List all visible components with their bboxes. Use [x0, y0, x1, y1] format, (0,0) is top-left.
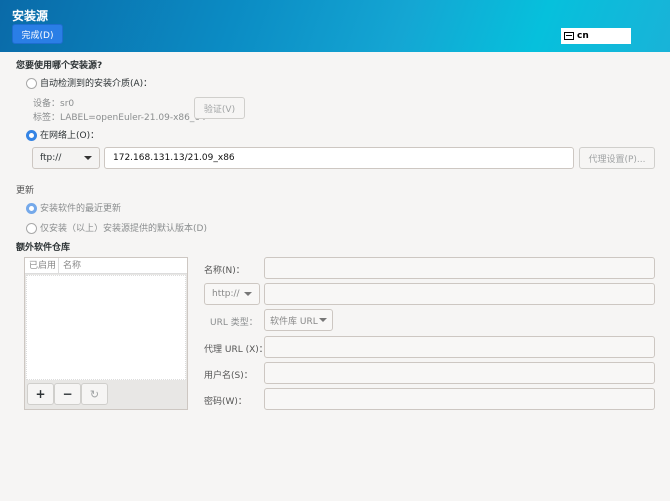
protocol-value: ftp:// — [40, 153, 62, 163]
keyboard-layout-indicator[interactable]: cn — [561, 28, 631, 44]
header-bar — [0, 0, 670, 52]
username-label: 用户名(S)： — [204, 371, 253, 381]
label-info: 标签：LABEL=openEuler-21.09-x86_64 — [33, 113, 206, 123]
device-info: 设备：sr0 — [33, 99, 75, 109]
proxy-settings-button[interactable]: 代理设置(P)... — [579, 147, 655, 169]
radio-icon — [26, 223, 37, 234]
radio-selected-icon — [26, 130, 37, 141]
verify-button[interactable]: 验证(V) — [194, 97, 245, 119]
column-name[interactable]: 名称 — [59, 258, 81, 273]
password-input[interactable] — [264, 388, 655, 410]
url-type-dropdown[interactable]: 软件库 URL — [264, 309, 333, 331]
repo-name-input[interactable] — [264, 257, 655, 279]
keyboard-icon — [564, 32, 574, 40]
repo-list-header: 已启用 名称 — [25, 258, 187, 274]
url-type-value: 软件库 URL — [270, 316, 318, 327]
repo-list: 已启用 名称 + − ↻ — [24, 257, 188, 410]
latest-updates-label: 安装软件的最近更新 — [40, 204, 122, 214]
refresh-icon: ↻ — [89, 387, 100, 401]
auto-detect-label: 自动检测到的安装介质(A)： — [40, 79, 153, 89]
repo-url-input[interactable] — [264, 283, 655, 305]
extra-repos-heading: 额外软件仓库 — [16, 243, 71, 253]
protocol-dropdown[interactable]: ftp:// — [32, 147, 100, 169]
radio-icon — [26, 78, 37, 89]
network-radio[interactable]: 在网络上(O)： — [26, 128, 99, 141]
remove-repo-button[interactable]: − — [54, 383, 81, 405]
network-label: 在网络上(O)： — [40, 131, 100, 141]
refresh-repo-button[interactable]: ↻ — [81, 383, 108, 405]
keyboard-layout-label: cn — [577, 31, 589, 41]
page-title: 安装源 — [12, 9, 49, 23]
default-version-radio[interactable]: 仅安装（以上）安装源提供的默认版本(D) — [26, 221, 207, 234]
url-type-label: URL 类型： — [210, 318, 258, 328]
source-question: 您要使用哪个安装源? — [16, 61, 103, 71]
chevron-down-icon — [319, 318, 327, 322]
repo-toolbar: + − ↻ — [25, 381, 187, 407]
updates-heading: 更新 — [16, 186, 35, 196]
repo-protocol-dropdown[interactable]: http:// — [204, 283, 260, 305]
auto-detect-radio[interactable]: 自动检测到的安装介质(A)： — [26, 76, 152, 89]
proxy-url-input[interactable] — [264, 336, 655, 358]
repo-name-label: 名称(N)： — [204, 266, 245, 276]
chevron-down-icon — [84, 156, 92, 160]
password-label: 密码(W)： — [204, 397, 247, 407]
add-repo-button[interactable]: + — [27, 383, 54, 405]
default-version-label: 仅安装（以上）安装源提供的默认版本(D) — [40, 224, 207, 234]
done-button[interactable]: 完成(D) — [12, 24, 63, 44]
chevron-down-icon — [244, 292, 252, 296]
proxy-url-label: 代理 URL (X)： — [204, 345, 268, 355]
username-input[interactable] — [264, 362, 655, 384]
radio-selected-icon — [26, 203, 37, 214]
latest-updates-radio[interactable]: 安装软件的最近更新 — [26, 201, 121, 214]
repo-list-body[interactable] — [26, 275, 186, 380]
column-enabled[interactable]: 已启用 — [25, 258, 59, 273]
repo-protocol-value: http:// — [212, 289, 240, 299]
url-input[interactable]: 172.168.131.13/21.09_x86 — [104, 147, 574, 169]
